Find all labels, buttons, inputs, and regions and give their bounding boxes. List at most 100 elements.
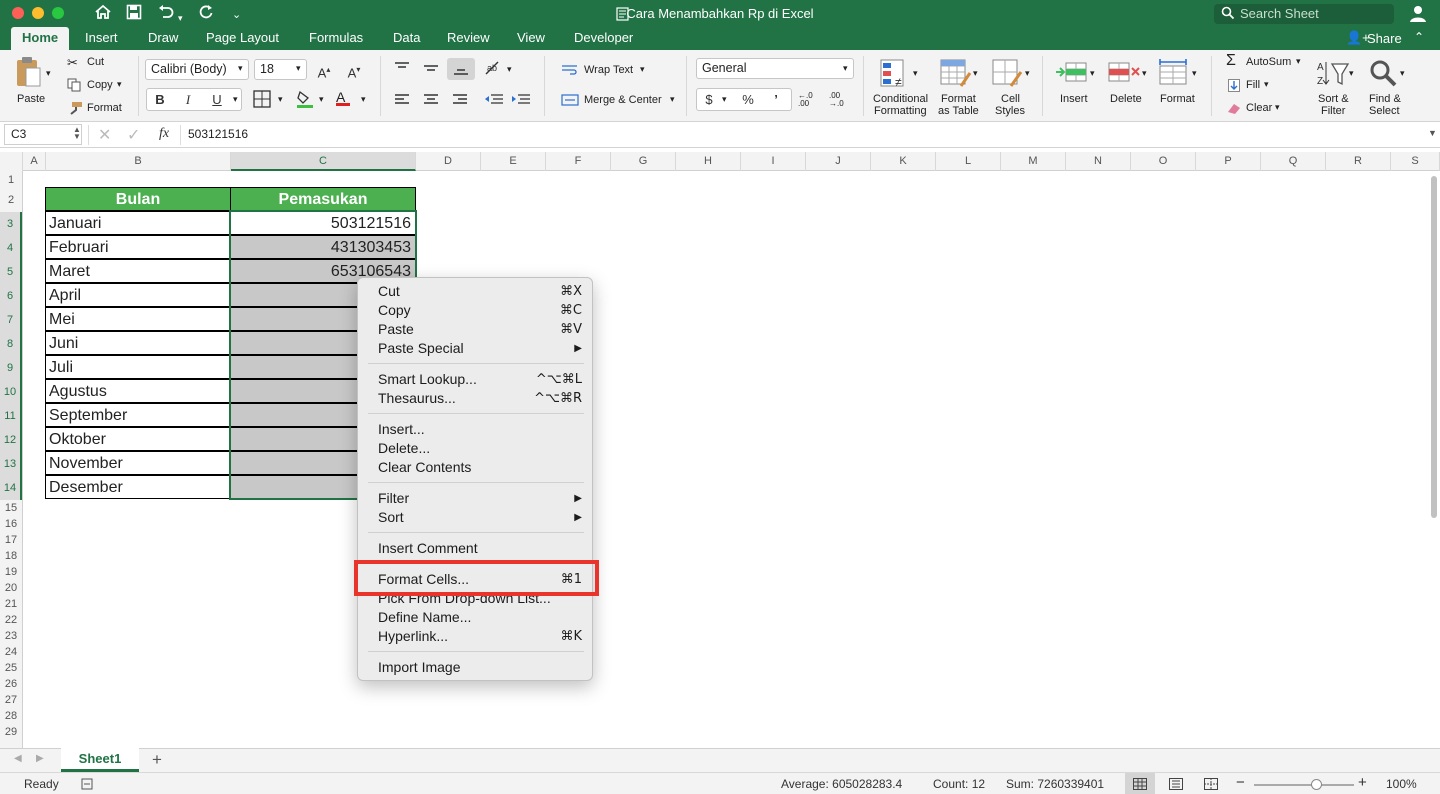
fill-button[interactable]: Fill bbox=[1246, 79, 1260, 91]
row-header-18[interactable]: 18 bbox=[0, 548, 22, 564]
copy-icon[interactable] bbox=[67, 78, 81, 95]
increase-indent-icon[interactable] bbox=[511, 93, 531, 110]
row-header-6[interactable]: 6 bbox=[0, 284, 22, 308]
column-header-f[interactable]: F bbox=[546, 152, 611, 171]
align-center-icon[interactable] bbox=[423, 93, 439, 110]
menu-item-copy[interactable]: Copy ⌘C bbox=[378, 301, 584, 320]
menu-item-paste[interactable]: Paste ⌘V bbox=[378, 320, 584, 339]
clear-icon[interactable] bbox=[1226, 102, 1242, 117]
zoom-slider-thumb[interactable] bbox=[1311, 779, 1323, 790]
delete-cells-icon[interactable] bbox=[1107, 60, 1141, 89]
cell-styles-icon[interactable] bbox=[991, 58, 1025, 93]
format-as-table-button[interactable]: Format bbox=[941, 93, 976, 105]
conditional-formatting-icon[interactable]: ≠ bbox=[879, 58, 913, 93]
row-header-29[interactable]: 29 bbox=[0, 724, 22, 740]
conditional-formatting-button[interactable]: Conditional bbox=[873, 93, 928, 105]
vertical-scrollbar[interactable] bbox=[1431, 176, 1437, 518]
merge-center-icon[interactable] bbox=[561, 94, 579, 109]
menu-item-sort[interactable]: Sort ▶ bbox=[378, 508, 584, 527]
row-header-5[interactable]: 5 bbox=[0, 260, 22, 284]
cell-styles-dropdown-icon[interactable]: ▾ bbox=[1025, 68, 1030, 79]
align-top-icon[interactable] bbox=[394, 61, 410, 78]
increase-decimal-button[interactable]: ←.0 .00 bbox=[798, 92, 824, 108]
decrease-decimal-button[interactable]: .00 →.0 bbox=[829, 92, 855, 108]
row-header-7[interactable]: 7 bbox=[0, 308, 22, 332]
column-header-h[interactable]: H bbox=[676, 152, 741, 171]
font-color-icon[interactable]: A bbox=[336, 89, 350, 106]
macro-recording-icon[interactable] bbox=[80, 777, 94, 794]
menu-item-paste-special[interactable]: Paste Special ▶ bbox=[378, 339, 584, 358]
find-select-button-line2[interactable]: Select bbox=[1369, 105, 1400, 117]
column-header-i[interactable]: I bbox=[741, 152, 806, 171]
conditional-formatting-dropdown-icon[interactable]: ▾ bbox=[913, 68, 918, 79]
fill-dropdown-icon[interactable]: ▾ bbox=[1264, 79, 1269, 90]
collapse-ribbon-icon[interactable]: ⌃ bbox=[1414, 30, 1424, 44]
format-as-table-button-line2[interactable]: as Table bbox=[938, 105, 979, 117]
column-header-k[interactable]: K bbox=[871, 152, 936, 171]
row-header-28[interactable]: 28 bbox=[0, 708, 22, 724]
table-cell-month[interactable]: Mei bbox=[45, 307, 231, 331]
column-header-q[interactable]: Q bbox=[1261, 152, 1326, 171]
cell-styles-button[interactable]: Cell bbox=[1001, 93, 1020, 105]
table-cell-month[interactable]: Januari bbox=[45, 211, 231, 235]
table-cell-month[interactable]: November bbox=[45, 451, 231, 475]
menu-item-smart-lookup[interactable]: Smart Lookup... ^⌥⌘L bbox=[378, 370, 584, 389]
column-header-r[interactable]: R bbox=[1326, 152, 1391, 171]
menu-item-thesaurus[interactable]: Thesaurus... ^⌥⌘R bbox=[378, 389, 584, 408]
formula-input[interactable]: 503121516 bbox=[188, 127, 248, 141]
column-header-s[interactable]: S bbox=[1391, 152, 1440, 171]
search-input[interactable]: Search Sheet bbox=[1214, 4, 1394, 24]
select-all-corner[interactable] bbox=[0, 152, 23, 171]
name-box[interactable]: C3 bbox=[4, 124, 82, 145]
column-header-c[interactable]: C bbox=[231, 152, 416, 171]
row-header-16[interactable]: 16 bbox=[0, 516, 22, 532]
font-name-dropdown-icon[interactable]: ▾ bbox=[238, 63, 243, 74]
add-sheet-button[interactable]: + bbox=[152, 750, 162, 770]
find-select-dropdown-icon[interactable]: ▾ bbox=[1400, 68, 1405, 79]
find-select-button[interactable]: Find & bbox=[1369, 93, 1401, 105]
column-header-a[interactable]: A bbox=[23, 152, 46, 171]
tab-data[interactable]: Data bbox=[382, 27, 431, 50]
currency-button[interactable]: $ bbox=[697, 89, 721, 110]
cell-styles-button-line2[interactable]: Styles bbox=[995, 105, 1025, 117]
menu-item-insert[interactable]: Insert... bbox=[378, 420, 584, 439]
zoom-level[interactable]: 100% bbox=[1386, 777, 1417, 791]
underline-dropdown-icon[interactable]: ▾ bbox=[233, 94, 238, 105]
table-cell-month[interactable]: Oktober bbox=[45, 427, 231, 451]
menu-item-import-image[interactable]: Import Image bbox=[378, 658, 584, 677]
column-header-p[interactable]: P bbox=[1196, 152, 1261, 171]
row-header-21[interactable]: 21 bbox=[0, 596, 22, 612]
tab-page-layout[interactable]: Page Layout bbox=[195, 27, 290, 50]
cancel-entry-icon[interactable]: ✕ bbox=[98, 125, 111, 145]
row-header-23[interactable]: 23 bbox=[0, 628, 22, 644]
header-cell-pemasukan[interactable]: Pemasukan bbox=[230, 187, 416, 211]
autosum-icon[interactable]: Σ bbox=[1226, 52, 1236, 70]
merge-center-dropdown-icon[interactable]: ▾ bbox=[670, 94, 675, 105]
fill-icon[interactable] bbox=[1228, 79, 1240, 95]
header-cell-bulan[interactable]: Bulan bbox=[45, 187, 231, 211]
column-header-n[interactable]: N bbox=[1066, 152, 1131, 171]
find-select-icon[interactable] bbox=[1368, 58, 1398, 91]
fill-color-dropdown-icon[interactable]: ▾ bbox=[319, 94, 324, 105]
confirm-entry-icon[interactable]: ✓ bbox=[127, 125, 140, 145]
format-painter-icon[interactable] bbox=[67, 101, 83, 118]
insert-cells-icon[interactable] bbox=[1054, 60, 1088, 89]
row-header-19[interactable]: 19 bbox=[0, 564, 22, 580]
row-header-17[interactable]: 17 bbox=[0, 532, 22, 548]
align-bottom-icon[interactable] bbox=[447, 58, 475, 80]
wrap-text-dropdown-icon[interactable]: ▾ bbox=[640, 64, 645, 75]
row-header-9[interactable]: 9 bbox=[0, 356, 22, 380]
tab-review[interactable]: Review bbox=[436, 27, 501, 50]
zoom-in-button[interactable]: + bbox=[1358, 774, 1367, 791]
tab-formulas[interactable]: Formulas bbox=[298, 27, 374, 50]
delete-cells-dropdown-icon[interactable]: ▾ bbox=[1142, 68, 1147, 79]
tab-view[interactable]: View bbox=[506, 27, 556, 50]
fill-color-icon[interactable] bbox=[295, 89, 315, 112]
menu-item-insert-comment[interactable]: Insert Comment bbox=[378, 539, 584, 558]
wrap-text-button[interactable]: Wrap Text bbox=[584, 64, 633, 76]
name-box-stepper-icon[interactable]: ▲ ▼ bbox=[73, 126, 81, 141]
row-header-10[interactable]: 10 bbox=[0, 380, 22, 404]
menu-item-clear-contents[interactable]: Clear Contents bbox=[378, 458, 584, 477]
row-header-3[interactable]: 3 bbox=[0, 212, 22, 236]
borders-icon[interactable] bbox=[253, 90, 271, 111]
